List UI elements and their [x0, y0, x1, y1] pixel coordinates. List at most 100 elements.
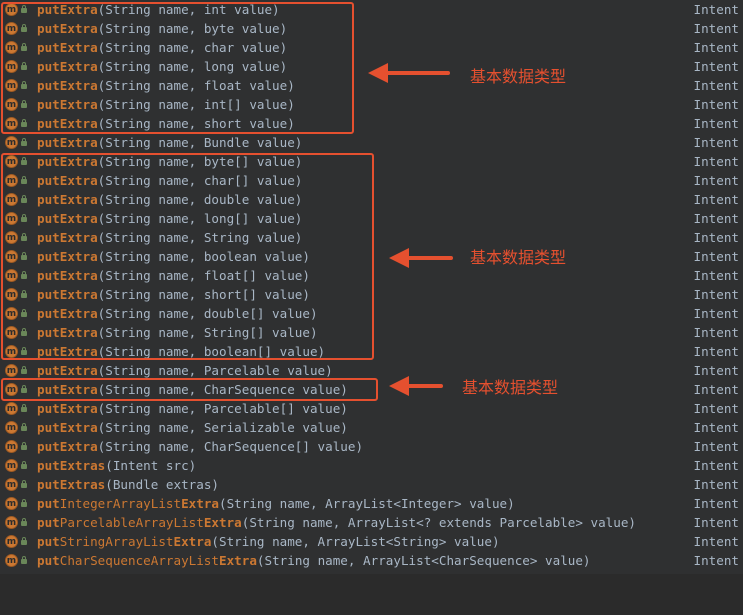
method-name: putCharSequenceArrayListExtra: [37, 553, 257, 568]
return-type: Intent: [693, 116, 740, 131]
method-icon: [5, 134, 18, 153]
return-type: Intent: [693, 78, 740, 93]
method-signature: putExtra(String name, Serializable value…: [37, 418, 348, 437]
highlight-box-primitives: [1, 2, 354, 134]
completion-item[interactable]: putExtra(String name, Parcelable[] value…: [0, 399, 743, 419]
method-params: (String name, ArrayList<? extends Parcel…: [241, 515, 637, 530]
method-params: (Bundle extras): [105, 477, 219, 492]
method-icon: [5, 400, 18, 419]
return-type: Intent: [693, 135, 740, 150]
return-type: Intent: [693, 477, 740, 492]
method-signature: putParcelableArrayListExtra(String name,…: [37, 513, 636, 532]
public-lock-icon: [21, 423, 27, 431]
highlight-box-charsequence: [1, 378, 378, 401]
annotation-label: 基本数据类型: [462, 378, 559, 397]
method-name: putExtra: [37, 420, 98, 435]
annotation-label: 基本数据类型: [470, 67, 567, 86]
completion-item[interactable]: putExtra(String name, Bundle value) Inten…: [0, 133, 743, 153]
return-type: Intent: [693, 287, 740, 302]
return-type: Intent: [693, 439, 740, 454]
method-name: putExtra: [37, 401, 98, 416]
method-signature: putExtra(String name, Parcelable[] value…: [37, 399, 348, 418]
public-lock-icon: [21, 537, 27, 545]
public-lock-icon: [21, 480, 27, 488]
method-params: (String name, Parcelable[] value): [97, 401, 348, 416]
method-signature: putExtra(String name, Bundle value): [37, 133, 302, 152]
method-signature: putExtra(String name, CharSequence[] val…: [37, 437, 363, 456]
public-lock-icon: [21, 366, 27, 374]
annotation-label: 基本数据类型: [470, 248, 567, 267]
completion-item[interactable]: putCharSequenceArrayListExtra(String nam…: [0, 551, 743, 571]
return-type: Intent: [693, 173, 740, 188]
method-params: (String name, ArrayList<String> value): [211, 534, 500, 549]
method-params: (String name, ArrayList<Integer> value): [219, 496, 515, 511]
return-type: Intent: [693, 344, 740, 359]
method-name: putExtra: [37, 135, 98, 150]
return-type: Intent: [693, 2, 740, 17]
completion-item[interactable]: putExtras(Intent src) Intent: [0, 456, 743, 476]
popup-footer: [0, 574, 743, 615]
completion-item[interactable]: putExtra(String name, Serializable value…: [0, 418, 743, 438]
method-icon: [5, 457, 18, 476]
return-type: Intent: [693, 249, 740, 264]
method-signature: putIntegerArrayListExtra(String name, Ar…: [37, 494, 515, 513]
return-type: Intent: [693, 40, 740, 55]
method-signature: putExtras(Intent src): [37, 456, 196, 475]
method-params: (String name, Bundle value): [97, 135, 303, 150]
method-name: putExtra: [37, 363, 98, 378]
return-type: Intent: [693, 382, 740, 397]
method-icon: [5, 362, 18, 381]
method-name: putExtras: [37, 477, 106, 492]
public-lock-icon: [21, 404, 27, 412]
method-params: (String name, Serializable value): [97, 420, 348, 435]
public-lock-icon: [21, 556, 27, 564]
method-name: putExtra: [37, 439, 98, 454]
completion-item[interactable]: putIntegerArrayListExtra(String name, Ar…: [0, 494, 743, 514]
return-type: Intent: [693, 230, 740, 245]
method-icon: [5, 438, 18, 457]
completion-item[interactable]: putParcelableArrayListExtra(String name,…: [0, 513, 743, 533]
public-lock-icon: [21, 499, 27, 507]
return-type: Intent: [693, 496, 740, 511]
completion-item[interactable]: putStringArrayListExtra(String name, Arr…: [0, 532, 743, 552]
completion-item[interactable]: putExtra(String name, CharSequence[] val…: [0, 437, 743, 457]
public-lock-icon: [21, 442, 27, 450]
method-name: putIntegerArrayListExtra: [37, 496, 219, 511]
method-params: (String name, Parcelable value): [97, 363, 333, 378]
method-name: putExtras: [37, 458, 106, 473]
method-signature: putCharSequenceArrayListExtra(String nam…: [37, 551, 591, 570]
return-type: Intent: [693, 97, 740, 112]
return-type: Intent: [693, 363, 740, 378]
method-params: (String name, CharSequence[] value): [97, 439, 364, 454]
method-params: (Intent src): [105, 458, 197, 473]
arrow-left-icon: [389, 248, 453, 268]
arrow-left-icon: [368, 63, 450, 83]
method-signature: putStringArrayListExtra(String name, Arr…: [37, 532, 500, 551]
method-name: putParcelableArrayListExtra: [37, 515, 242, 530]
method-signature: putExtras(Bundle extras): [37, 475, 219, 494]
return-type: Intent: [693, 211, 740, 226]
public-lock-icon: [21, 518, 27, 526]
return-type: Intent: [693, 553, 740, 568]
method-icon: [5, 495, 18, 514]
return-type: Intent: [693, 420, 740, 435]
method-icon: [5, 514, 18, 533]
highlight-box-arrays-and-strings: [1, 153, 374, 360]
completion-item[interactable]: putExtras(Bundle extras) Intent: [0, 475, 743, 495]
return-type: Intent: [693, 21, 740, 36]
arrow-left-icon: [389, 376, 443, 396]
return-type: Intent: [693, 534, 740, 549]
method-icon: [5, 419, 18, 438]
public-lock-icon: [21, 138, 27, 146]
public-lock-icon: [21, 461, 27, 469]
method-icon: [5, 476, 18, 495]
method-params: (String name, ArrayList<CharSequence> va…: [256, 553, 591, 568]
return-type: Intent: [693, 401, 740, 416]
return-type: Intent: [693, 458, 740, 473]
return-type: Intent: [693, 59, 740, 74]
return-type: Intent: [693, 325, 740, 340]
return-type: Intent: [693, 268, 740, 283]
method-icon: [5, 533, 18, 552]
method-name: putStringArrayListExtra: [37, 534, 212, 549]
return-type: Intent: [693, 192, 740, 207]
